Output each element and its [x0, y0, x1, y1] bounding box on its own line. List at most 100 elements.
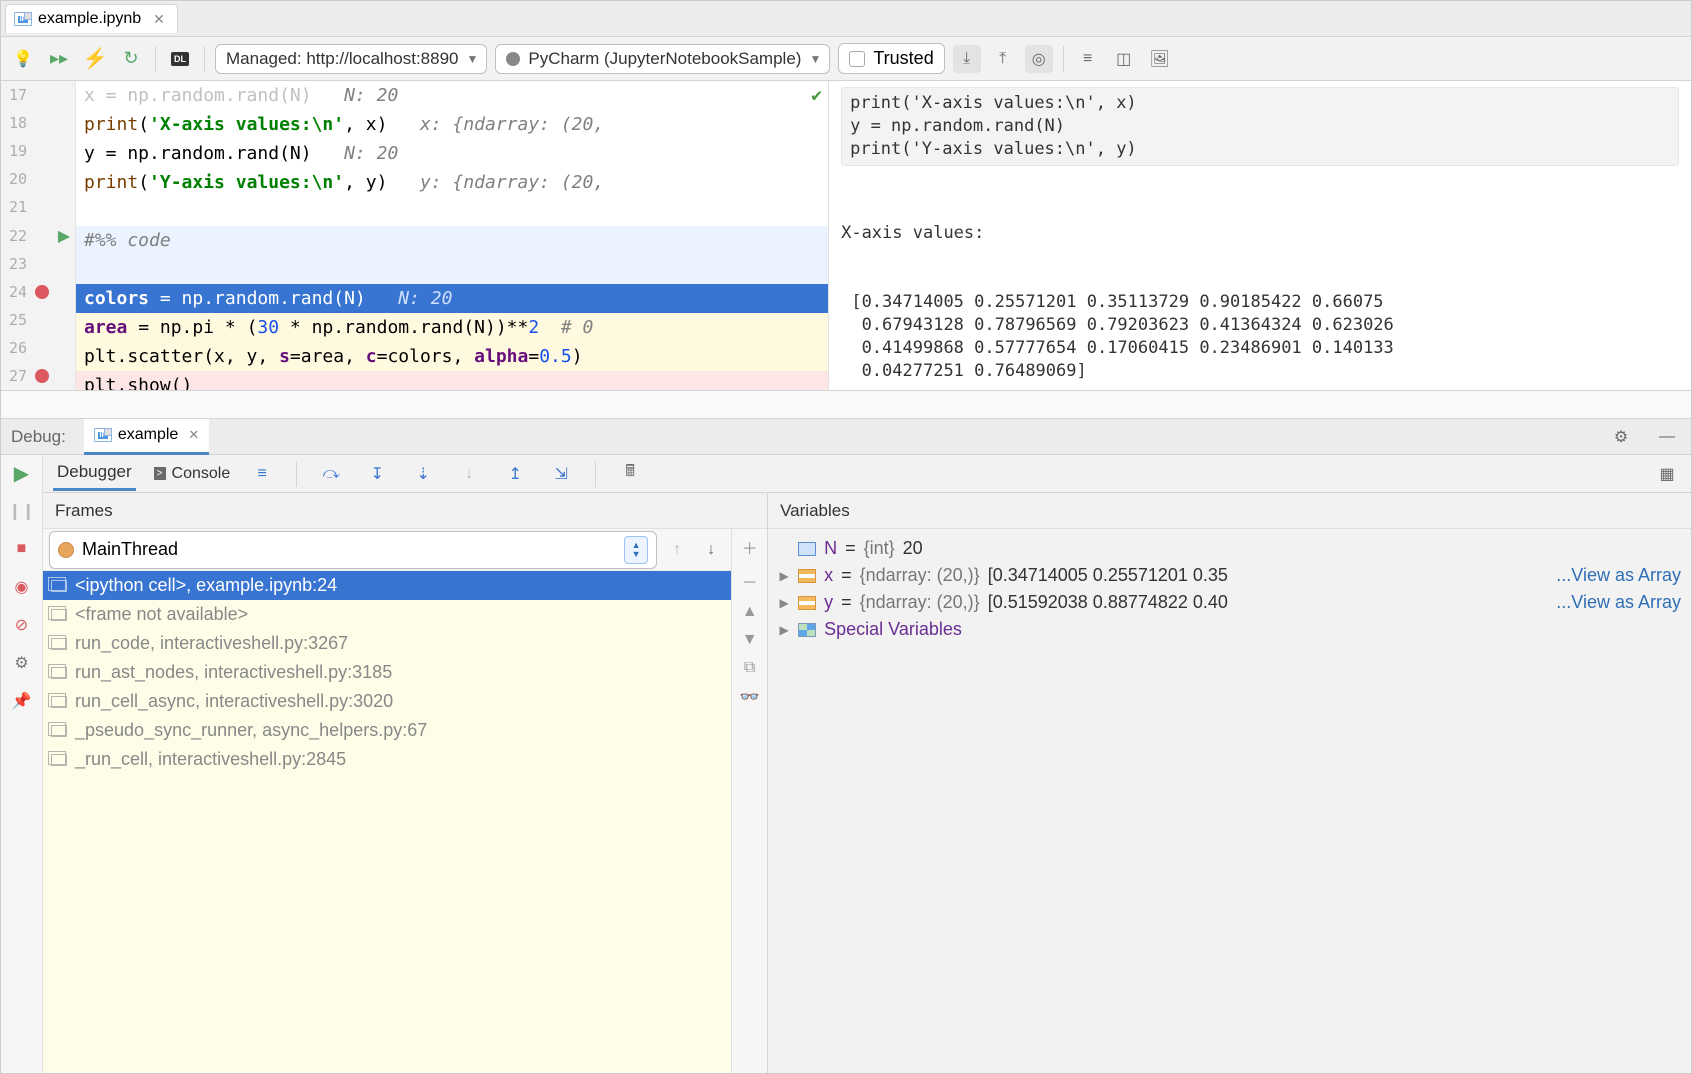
kernel-dropdown[interactable]: PyCharm (JupyterNotebookSample) ▼	[495, 44, 830, 74]
output-preview[interactable]: print('X-axis values:\n', x) y = np.rand…	[829, 81, 1691, 390]
thread-icon	[58, 542, 74, 558]
frame-row[interactable]: _run_cell, interactiveshell.py:2845	[43, 745, 731, 774]
variable-row[interactable]: N = {int} 20	[776, 535, 1683, 562]
code-line[interactable]: print('X-axis values:\n', x) x: {ndarray…	[76, 110, 828, 139]
gutter-row[interactable]: 26	[1, 334, 75, 362]
debug-body: ▶ ❙❙ ■ ◉ ⊘ ⚙ 📌 Debugger > Console ≡ ⤼ ↧ …	[1, 455, 1691, 1073]
gutter-row[interactable]: 17	[1, 81, 75, 109]
mute-breakpoints-icon[interactable]: ⊘	[10, 613, 34, 637]
close-icon[interactable]: ✕	[153, 11, 165, 28]
code-line[interactable]: plt.show()	[76, 371, 828, 390]
variable-row[interactable]: ▶ x = {ndarray: (20,)} [0.34714005 0.255…	[776, 562, 1683, 589]
code-line[interactable]: #%% code	[76, 226, 828, 255]
step-into-my-icon[interactable]: ⇣	[409, 460, 437, 488]
gutter-row[interactable]: 22▶	[1, 221, 75, 249]
variable-row[interactable]: ▶ y = {ndarray: (20,)} [0.51592038 0.887…	[776, 589, 1683, 616]
layout-icon[interactable]: ▦	[1653, 460, 1681, 488]
glasses-icon[interactable]: 👓	[740, 687, 760, 707]
gutter-row[interactable]: 24	[1, 278, 75, 306]
frame-row[interactable]: <ipython cell>, example.ipynb:24	[43, 571, 731, 600]
breakpoint-icon[interactable]	[35, 285, 49, 299]
frame-row[interactable]: _pseudo_sync_runner, async_helpers.py:67	[43, 716, 731, 745]
datalore-icon[interactable]: DL	[166, 45, 194, 73]
thread-selector[interactable]: MainThread ▲▼	[49, 531, 657, 569]
debug-header: Debug: IP example ✕ ⚙ —	[1, 419, 1691, 455]
select-cell-icon[interactable]: ◎	[1025, 45, 1053, 73]
code-line[interactable]: y = np.random.rand(N) N: 20	[76, 139, 828, 168]
frame-icon	[51, 609, 67, 621]
add-icon[interactable]: ＋	[742, 535, 758, 559]
split-icon[interactable]: ◫	[1110, 45, 1138, 73]
prev-frame-icon[interactable]: ↑	[663, 536, 691, 564]
code-line[interactable]	[76, 197, 828, 226]
next-frame-icon[interactable]: ↓	[697, 536, 725, 564]
copy-icon[interactable]: ⧉	[744, 659, 755, 677]
code-line[interactable]	[76, 255, 828, 284]
code-line[interactable]: plt.scatter(x, y, s=area, c=colors, alph…	[76, 342, 828, 371]
pin-icon[interactable]: 📌	[10, 689, 34, 713]
settings-icon[interactable]: ⚙	[10, 651, 34, 675]
file-tab-example[interactable]: IP example.ipynb ✕	[5, 4, 178, 33]
frame-row[interactable]: run_code, interactiveshell.py:3267	[43, 629, 731, 658]
resume-icon[interactable]: ▶	[10, 461, 34, 485]
gutter-row[interactable]: 25	[1, 306, 75, 334]
debug-config-tab[interactable]: IP example ✕	[84, 419, 209, 455]
debug-title: Debug:	[11, 427, 66, 447]
force-step-icon[interactable]: ↓	[455, 460, 483, 488]
cell-below-icon[interactable]: ⤓	[953, 45, 981, 73]
gutter-row[interactable]: 20	[1, 165, 75, 193]
output-cell-source: print('X-axis values:\n', x) y = np.rand…	[841, 87, 1679, 166]
interrupt-icon[interactable]: ⚡	[81, 45, 109, 73]
frames-list[interactable]: <ipython cell>, example.ipynb:24<frame n…	[43, 571, 731, 1073]
list-icon[interactable]: ≡	[1074, 45, 1102, 73]
code-line[interactable]: print('Y-axis values:\n', y) y: {ndarray…	[76, 168, 828, 197]
gutter-row[interactable]: 27	[1, 362, 75, 390]
variable-row[interactable]: ▶ Special Variables	[776, 616, 1683, 643]
code-editor[interactable]: 171819202122▶2324252627 ✔ x = np.random.…	[1, 81, 829, 390]
frame-row[interactable]: run_cell_async, interactiveshell.py:3020	[43, 687, 731, 716]
trusted-toggle[interactable]: Trusted	[838, 43, 944, 74]
server-dropdown[interactable]: Managed: http://localhost:8890 ▼	[215, 44, 487, 74]
view-breakpoints-icon[interactable]: ◉	[10, 575, 34, 599]
step-out-icon[interactable]: ↥	[501, 460, 529, 488]
gutter-row[interactable]: 21	[1, 193, 75, 221]
restart-icon[interactable]: ↻	[117, 45, 145, 73]
frame-icon	[51, 638, 67, 650]
pause-icon[interactable]: ❙❙	[10, 499, 34, 523]
gutter-row[interactable]: 18	[1, 109, 75, 137]
stop-icon[interactable]: ■	[10, 537, 34, 561]
frame-icon	[51, 754, 67, 766]
console-tab[interactable]: > Console	[154, 465, 231, 483]
close-icon[interactable]: ✕	[188, 427, 199, 443]
remove-icon[interactable]: －	[742, 569, 758, 593]
frame-row[interactable]: <frame not available>	[43, 600, 731, 629]
threads-icon[interactable]: ≡	[248, 460, 276, 488]
gutter-row[interactable]: 19	[1, 137, 75, 165]
down-icon[interactable]: ▼	[742, 631, 758, 649]
code-line[interactable]: x = np.random.rand(N) N: 20	[76, 81, 828, 110]
code-line[interactable]: area = np.pi * (30 * np.random.rand(N))*…	[76, 313, 828, 342]
variables-list[interactable]: N = {int} 20▶ x = {ndarray: (20,)} [0.34…	[768, 529, 1691, 1073]
minimize-icon[interactable]: —	[1653, 423, 1681, 451]
view-as-array-link[interactable]: ...View as Array	[1556, 565, 1681, 586]
breakpoint-icon[interactable]	[35, 369, 49, 383]
debugger-tab[interactable]: Debugger	[53, 456, 136, 491]
image-icon[interactable]: 🖼	[1146, 45, 1174, 73]
stepper-icon[interactable]: ▲▼	[624, 536, 648, 564]
evaluate-icon[interactable]: 🖩	[616, 460, 644, 488]
bulb-icon[interactable]: 💡	[9, 45, 37, 73]
gutter-row[interactable]: 23	[1, 250, 75, 278]
code-line[interactable]: colors = np.random.rand(N) N: 20	[76, 284, 828, 313]
run-all-icon[interactable]: ▸▸	[45, 45, 73, 73]
run-to-cursor-icon[interactable]: ⇲	[547, 460, 575, 488]
run-cell-icon[interactable]: ▶	[58, 226, 70, 246]
gear-icon[interactable]: ⚙	[1607, 423, 1635, 451]
view-as-array-link[interactable]: ...View as Array	[1556, 592, 1681, 613]
step-over-icon[interactable]: ⤼	[317, 460, 345, 488]
step-into-icon[interactable]: ↧	[363, 460, 391, 488]
cell-above-icon[interactable]: ⤒	[989, 45, 1017, 73]
up-icon[interactable]: ▲	[742, 603, 758, 621]
frame-row[interactable]: run_ast_nodes, interactiveshell.py:3185	[43, 658, 731, 687]
console-icon: >	[154, 467, 166, 480]
frame-icon	[51, 696, 67, 708]
